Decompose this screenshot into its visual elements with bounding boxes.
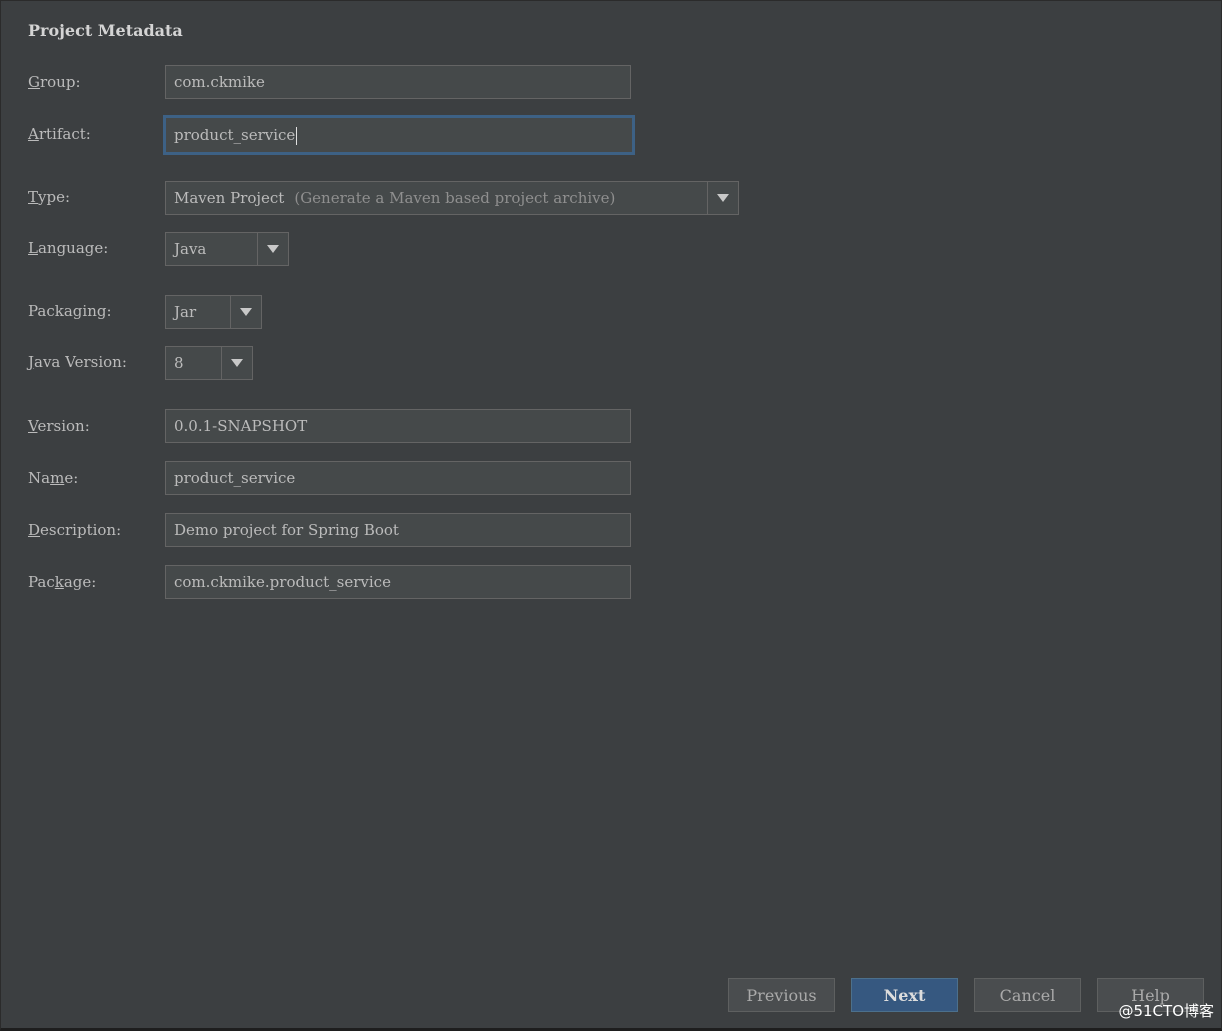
language-label: Language: [28,239,109,257]
chevron-down-icon[interactable] [230,296,261,328]
packaging-label: Packaging: [28,302,112,320]
artifact-field[interactable]: product_service [163,115,635,155]
language-dropdown[interactable]: Java [165,232,289,266]
description-field[interactable]: Demo project for Spring Boot [165,513,631,547]
watermark: @51CTO博客 [1118,1002,1214,1020]
previous-button[interactable]: Previous [728,978,835,1012]
name-field[interactable]: product_service [165,461,631,495]
name-label: Name: [28,469,79,487]
group-field[interactable]: com.ckmike [165,65,631,99]
package-label: Package: [28,573,97,591]
type-hint: (Generate a Maven based project archive) [294,189,616,207]
chevron-down-icon[interactable] [707,182,738,214]
chevron-down-icon[interactable] [257,233,288,265]
next-button[interactable]: Next [851,978,958,1012]
artifact-label: Artifact: [28,125,91,143]
packaging-value: Jar [174,303,197,321]
text-cursor [296,127,298,145]
chevron-down-icon[interactable] [221,347,252,379]
package-field[interactable]: com.ckmike.product_service [165,565,631,599]
version-label: Version: [28,417,90,435]
java-version-dropdown[interactable]: 8 [165,346,253,380]
language-value: Java [174,240,207,258]
cancel-button[interactable]: Cancel [974,978,1081,1012]
type-dropdown[interactable]: Maven Project (Generate a Maven based pro… [165,181,739,215]
packaging-dropdown[interactable]: Jar [165,295,262,329]
java-version-label: Java Version: [28,353,127,371]
version-field[interactable]: 0.0.1-SNAPSHOT [165,409,631,443]
type-label: Type: [28,188,71,206]
section-title: Project Metadata [28,21,183,40]
description-label: Description: [28,521,122,539]
java-version-value: 8 [174,354,184,372]
type-value: Maven Project [174,189,285,207]
group-label: Group: [28,73,81,91]
